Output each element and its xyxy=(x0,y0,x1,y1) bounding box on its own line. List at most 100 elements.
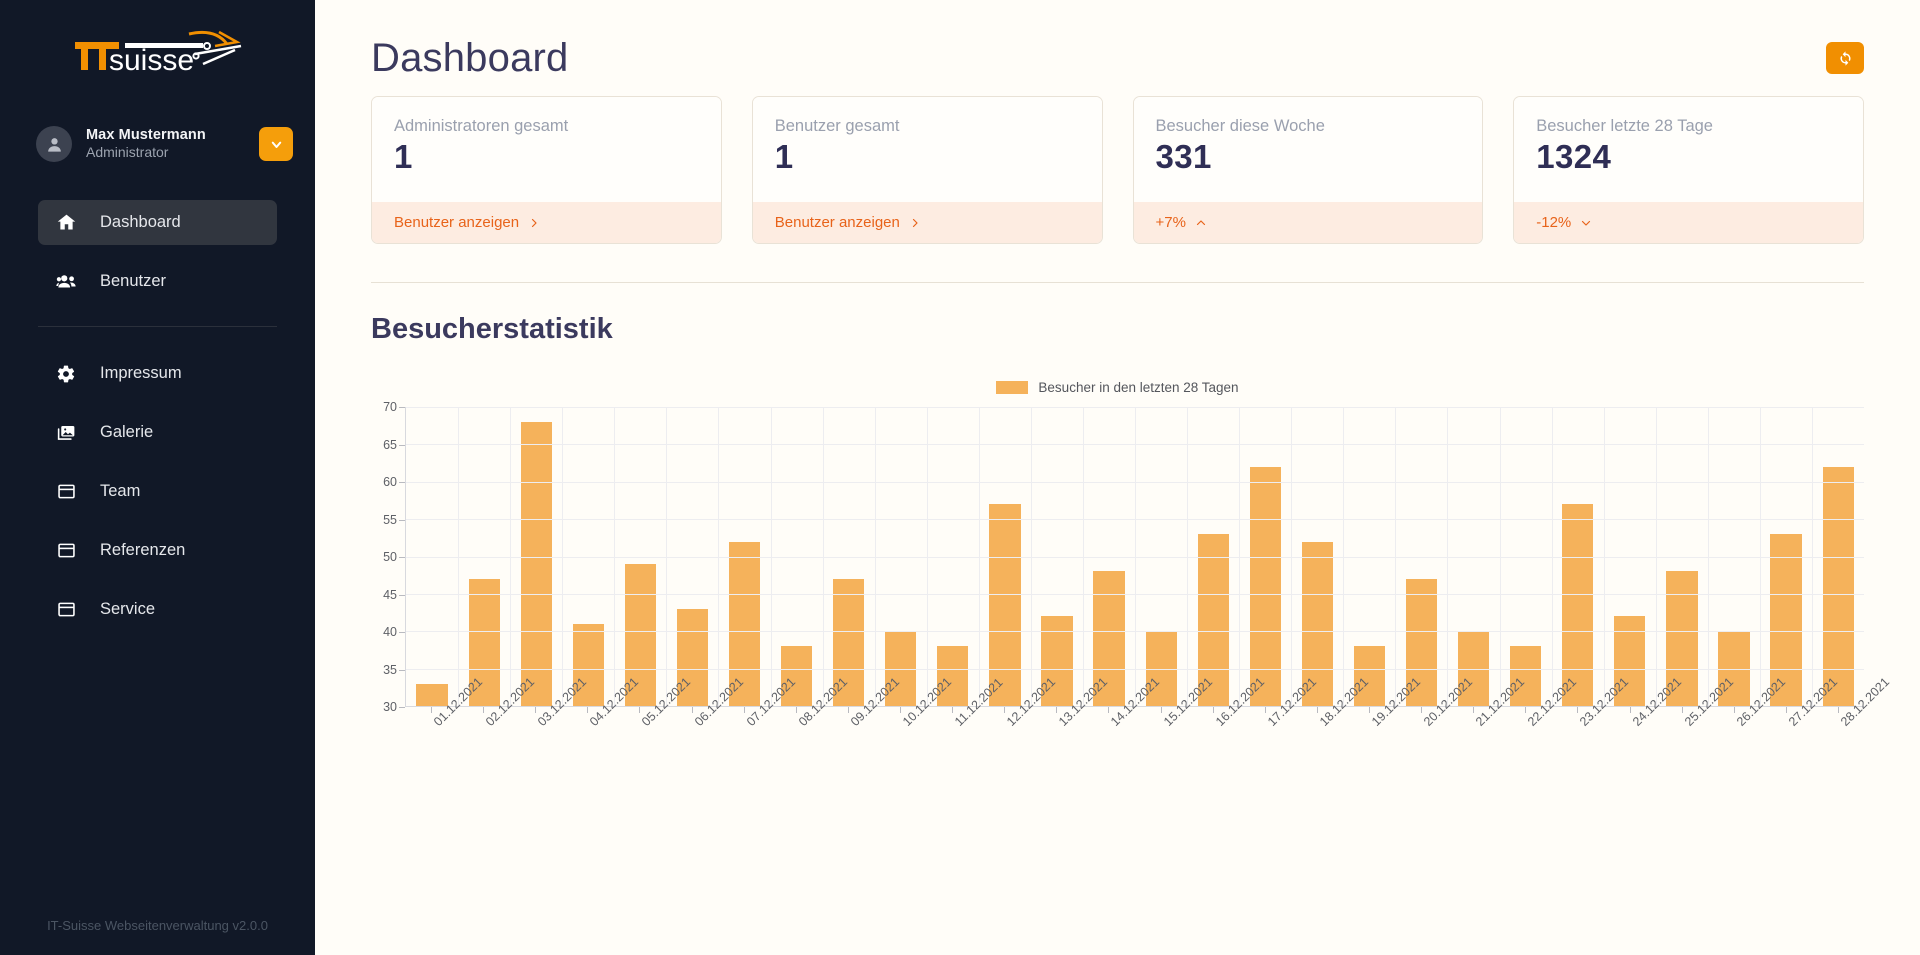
home-icon xyxy=(56,212,82,233)
chevron-down-icon xyxy=(271,141,281,148)
x-tick: 12.12.2021 xyxy=(978,675,1058,812)
sidebar-item-referenzen[interactable]: Referenzen xyxy=(38,528,277,573)
grid-line-vertical xyxy=(1135,407,1136,706)
chart-bar[interactable] xyxy=(520,421,552,706)
chart-bar[interactable] xyxy=(1822,466,1854,706)
user-text: Max Mustermann Administrator xyxy=(86,126,259,162)
main-content: Dashboard Administratoren gesamt 1 Benut… xyxy=(315,0,1920,955)
grid-line-vertical xyxy=(1395,407,1397,706)
grid-line-vertical xyxy=(1239,407,1241,706)
card-label: Administratoren gesamt xyxy=(394,117,569,135)
x-tick: 16.12.2021 xyxy=(1187,675,1267,812)
chart-bar[interactable] xyxy=(1249,466,1281,706)
x-tick-mark xyxy=(1264,707,1266,713)
y-tick-label: 30 xyxy=(383,700,405,714)
grid-line-vertical xyxy=(770,407,772,706)
x-tick: 21.12.2021 xyxy=(1447,675,1527,812)
card-link-benutzer-anzeigen[interactable]: Benutzer anzeigen xyxy=(752,202,1102,243)
section-title: Besucherstatistik xyxy=(371,313,613,345)
user-profile[interactable]: Max Mustermann Administrator xyxy=(36,116,293,172)
sidebar-item-label: Team xyxy=(100,482,141,500)
x-tick-mark xyxy=(587,707,589,713)
stat-card-administratoren: Administratoren gesamt 1 Benutzer anzeig… xyxy=(371,96,722,244)
grid-line-vertical xyxy=(1759,407,1761,706)
x-tick: 07.12.2021 xyxy=(718,675,798,812)
x-tick: 15.12.2021 xyxy=(1135,675,1215,812)
chevron-right-icon xyxy=(528,217,540,229)
window-icon xyxy=(56,599,82,620)
chart-plot: 30 35 40 45 50 55 60 65 70 xyxy=(371,400,1864,714)
user-menu-toggle[interactable] xyxy=(259,127,293,161)
sidebar-item-dashboard[interactable]: Dashboard xyxy=(38,200,277,245)
x-tick-mark xyxy=(1838,707,1839,713)
x-tick-mark xyxy=(743,707,745,713)
chevron-down-icon xyxy=(1580,217,1592,229)
sidebar-divider xyxy=(38,326,277,327)
chart-bar[interactable] xyxy=(416,683,448,706)
x-tick-mark xyxy=(1785,707,1787,713)
chevron-up-icon xyxy=(1195,217,1207,229)
card-body: Benutzer gesamt 1 xyxy=(752,97,1102,202)
grid-line-vertical xyxy=(510,407,512,706)
users-icon xyxy=(56,271,82,293)
avatar xyxy=(36,126,72,162)
x-tick: 05.12.2021 xyxy=(613,675,694,812)
card-body: Besucher letzte 28 Tage 1324 xyxy=(1514,97,1863,202)
grid-line-vertical xyxy=(1707,407,1709,706)
legend-label: Besucher in den letzten 28 Tagen xyxy=(1038,380,1239,395)
sidebar-item-impressum[interactable]: Impressum xyxy=(38,351,277,396)
grid-line-vertical xyxy=(1811,407,1813,706)
sidebar-nav: Dashboard Benutzer Impressum Galerie Tea… xyxy=(0,200,315,632)
refresh-button[interactable] xyxy=(1826,42,1864,74)
x-tick: 22.12.2021 xyxy=(1499,675,1579,812)
y-tick-label: 50 xyxy=(383,550,405,564)
x-tick-mark xyxy=(1160,707,1162,713)
grid-line-vertical xyxy=(1030,407,1032,706)
card-foot-label: Benutzer anzeigen xyxy=(774,214,900,231)
sidebar-item-service[interactable]: Service xyxy=(38,587,277,632)
x-tick-mark xyxy=(691,707,693,713)
sidebar-item-label: Service xyxy=(100,600,156,618)
chart-grid xyxy=(405,407,1864,707)
grid-line-vertical xyxy=(1082,407,1084,706)
x-tick-mark xyxy=(900,707,902,713)
card-value: 1 xyxy=(774,138,794,175)
sidebar-item-benutzer[interactable]: Benutzer xyxy=(38,259,277,304)
x-tick: 25.12.2021 xyxy=(1656,675,1736,812)
sidebar-item-label: Referenzen xyxy=(100,541,186,559)
card-link-benutzer-anzeigen[interactable]: Benutzer anzeigen xyxy=(372,202,721,243)
y-tick-label: 70 xyxy=(383,400,405,414)
x-tick: 14.12.2021 xyxy=(1082,675,1163,812)
x-tick: 24.12.2021 xyxy=(1604,675,1684,812)
grid-line-vertical xyxy=(458,407,460,706)
stat-cards: Administratoren gesamt 1 Benutzer anzeig… xyxy=(371,96,1864,244)
x-tick-mark xyxy=(1369,707,1371,713)
sidebar-item-galerie[interactable]: Galerie xyxy=(38,410,277,455)
grid-line-vertical xyxy=(1655,407,1657,706)
card-value: 1324 xyxy=(1536,138,1612,175)
brand-logo[interactable]: suisse xyxy=(0,0,315,108)
sidebar-item-label: Galerie xyxy=(100,423,154,441)
topbar: Dashboard xyxy=(371,0,1864,86)
app-root: suisse Max Mustermann Administrator Dash… xyxy=(0,0,1920,955)
x-tick: 18.12.2021 xyxy=(1291,675,1371,812)
x-tick: 26.12.2021 xyxy=(1708,675,1788,812)
x-tick-mark xyxy=(1733,707,1735,713)
itsuisse-logo: suisse xyxy=(69,26,247,88)
grid-line-vertical xyxy=(978,407,980,706)
grid-line-vertical xyxy=(874,407,876,706)
x-tick: 20.12.2021 xyxy=(1395,675,1475,812)
grid-line-vertical xyxy=(1343,407,1345,706)
grid-line-vertical xyxy=(926,407,928,706)
x-tick-mark xyxy=(847,707,849,713)
sidebar: suisse Max Mustermann Administrator Dash… xyxy=(0,0,315,955)
sidebar-item-team[interactable]: Team xyxy=(38,469,277,514)
grid-line-vertical xyxy=(562,407,564,706)
x-tick-mark xyxy=(1421,707,1423,713)
x-tick: 28.12.2021 xyxy=(1812,675,1892,812)
y-tick-label: 55 xyxy=(383,512,405,527)
section-divider xyxy=(371,282,1864,283)
x-tick-mark xyxy=(1577,707,1579,713)
x-tick-mark xyxy=(952,707,954,713)
y-axis: 30 35 40 45 50 55 60 65 70 xyxy=(371,400,405,714)
